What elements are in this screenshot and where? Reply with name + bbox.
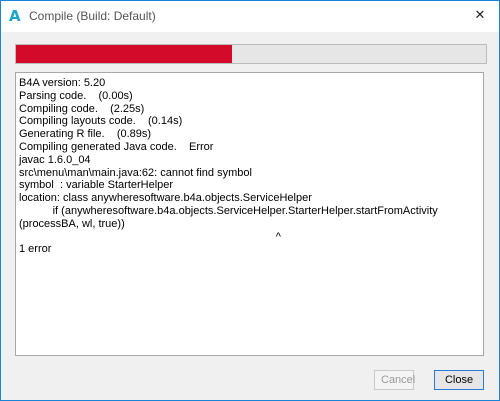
log-line: Parsing code. (0.00s) xyxy=(19,89,133,102)
b4a-app-icon: A xyxy=(9,7,21,25)
log-line: (processBA, wl, true)) xyxy=(19,217,125,230)
close-button[interactable]: Close xyxy=(434,370,484,390)
log-line: Compiling layouts code. (0.14s) xyxy=(19,115,183,128)
title-bar[interactable]: A Compile (Build: Default) ✕ xyxy=(1,1,499,32)
compile-log-textarea[interactable]: B4A version: 5.20 Parsing code. (0.00s) Co… xyxy=(15,72,484,356)
progress-bar-fill xyxy=(16,45,233,63)
log-line: Generating R file. (0.89s) xyxy=(19,128,152,141)
log-line: src\menu\man\main.java:62: cannot find s… xyxy=(19,166,252,179)
log-line: 1 error xyxy=(19,243,52,256)
compile-dialog: A Compile (Build: Default) ✕ B4A version… xyxy=(0,0,500,401)
log-line: if (anywheresoftware.b4a.objects.Service… xyxy=(19,204,438,217)
progress-bar xyxy=(15,44,487,64)
log-line: javac 1.6.0_04 xyxy=(19,153,91,166)
close-icon[interactable]: ✕ xyxy=(465,2,495,31)
cancel-button[interactable]: Cancel xyxy=(374,370,415,390)
log-line: Compiling generated Java code. Error xyxy=(19,140,214,153)
log-line: symbol : variable StarterHelper xyxy=(19,179,174,192)
log-line: ^ xyxy=(19,230,281,243)
log-line: location: class anywheresoftware.b4a.obj… xyxy=(19,192,312,205)
window-title: Compile (Build: Default) xyxy=(29,9,156,23)
log-line: Compiling code. (2.25s) xyxy=(19,102,145,115)
log-line: B4A version: 5.20 xyxy=(19,77,106,89)
